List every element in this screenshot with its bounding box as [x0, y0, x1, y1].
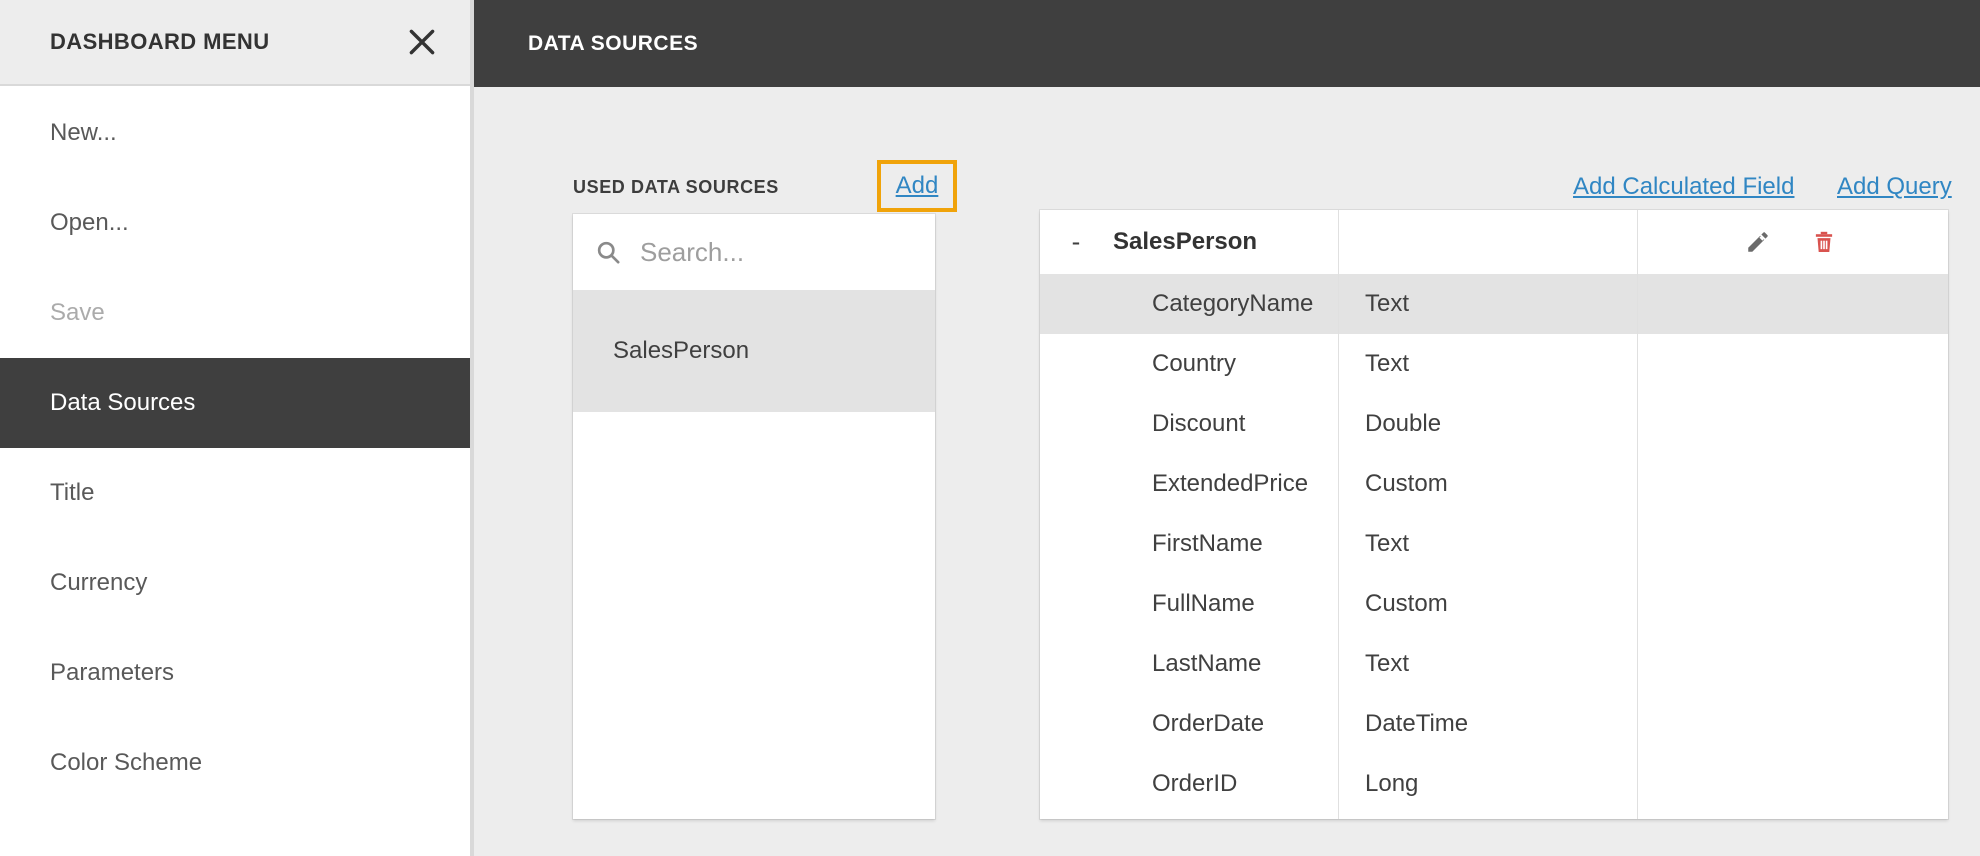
- field-row[interactable]: LastName Text: [1040, 634, 1948, 694]
- field-name: OrderID: [1152, 770, 1237, 798]
- field-row[interactable]: Discount Double: [1040, 394, 1948, 454]
- data-source-list-item-salesperson[interactable]: SalesPerson: [573, 290, 935, 412]
- dashboard-menu-sidebar: DASHBOARD MENU New... Open... Save Data …: [0, 0, 474, 856]
- used-data-sources-panel: SalesPerson: [573, 214, 935, 819]
- sidebar-item-title[interactable]: Title: [0, 448, 470, 538]
- data-source-title: SalesPerson: [1113, 228, 1257, 256]
- field-type: Text: [1365, 530, 1409, 558]
- field-name: LastName: [1152, 650, 1261, 678]
- sidebar-item-label: Data Sources: [50, 389, 195, 417]
- field-row[interactable]: ExtendedPrice Custom: [1040, 454, 1948, 514]
- sidebar-item-label: New...: [50, 119, 117, 147]
- sidebar-item-label: Open...: [50, 209, 129, 237]
- search-box: [573, 214, 935, 290]
- field-type: Custom: [1365, 470, 1448, 498]
- field-name: Country: [1152, 350, 1236, 378]
- sidebar-item-data-sources[interactable]: Data Sources: [0, 358, 470, 448]
- field-type: Custom: [1365, 590, 1448, 618]
- search-icon: [595, 239, 622, 266]
- field-name: ExtendedPrice: [1152, 470, 1308, 498]
- edit-pencil-icon[interactable]: [1743, 227, 1773, 257]
- sidebar-item-label: Currency: [50, 569, 147, 597]
- field-type: DateTime: [1365, 710, 1468, 738]
- field-name: Discount: [1152, 410, 1245, 438]
- add-highlight-box: Add: [877, 160, 957, 212]
- field-name: FirstName: [1152, 530, 1263, 558]
- data-source-name: SalesPerson: [613, 337, 749, 365]
- add-calculated-field-link[interactable]: Add Calculated Field: [1573, 173, 1794, 201]
- field-row[interactable]: FirstName Text: [1040, 514, 1948, 574]
- field-name: CategoryName: [1152, 290, 1313, 318]
- page-title: DATA SOURCES: [528, 32, 698, 56]
- field-type: Long: [1365, 770, 1418, 798]
- sidebar-menu: New... Open... Save Data Sources Title C…: [0, 88, 470, 808]
- sidebar-item-label: Save: [50, 299, 105, 327]
- sidebar-item-label: Title: [50, 479, 94, 507]
- column-divider: [1637, 210, 1638, 819]
- sidebar-item-label: Color Scheme: [50, 749, 202, 777]
- add-query-link[interactable]: Add Query: [1837, 173, 1952, 201]
- field-type: Text: [1365, 350, 1409, 378]
- column-divider: [1338, 210, 1339, 819]
- sidebar-item-color-scheme[interactable]: Color Scheme: [0, 718, 470, 808]
- field-name: OrderDate: [1152, 710, 1264, 738]
- collapse-toggle[interactable]: -: [1066, 227, 1086, 258]
- sidebar-item-open[interactable]: Open...: [0, 178, 470, 268]
- sidebar-item-parameters[interactable]: Parameters: [0, 628, 470, 718]
- sidebar-item-currency[interactable]: Currency: [0, 538, 470, 628]
- sidebar-item-label: Parameters: [50, 659, 174, 687]
- used-data-sources-label: USED DATA SOURCES: [573, 177, 779, 198]
- field-type: Text: [1365, 290, 1409, 318]
- data-source-fields-panel: - SalesPerson CategoryName T: [1040, 210, 1948, 819]
- sidebar-title: DASHBOARD MENU: [50, 29, 270, 55]
- delete-trash-icon[interactable]: [1809, 227, 1839, 257]
- field-row[interactable]: CategoryName Text: [1040, 274, 1948, 334]
- add-data-source-link[interactable]: Add: [896, 172, 939, 200]
- close-icon[interactable]: [404, 24, 440, 60]
- field-row[interactable]: OrderDate DateTime: [1040, 694, 1948, 754]
- field-row[interactable]: Country Text: [1040, 334, 1948, 394]
- field-type: Double: [1365, 410, 1441, 438]
- field-name: FullName: [1152, 590, 1255, 618]
- search-input[interactable]: [638, 236, 892, 269]
- sidebar-item-new[interactable]: New...: [0, 88, 470, 178]
- fields-table-header: - SalesPerson: [1040, 210, 1948, 274]
- page-header-bar: DATA SOURCES: [474, 0, 1980, 87]
- sidebar-item-save: Save: [0, 268, 470, 358]
- field-row[interactable]: OrderID Long: [1040, 754, 1948, 814]
- sidebar-header: DASHBOARD MENU: [0, 0, 470, 86]
- field-row[interactable]: FullName Custom: [1040, 574, 1948, 634]
- field-type: Text: [1365, 650, 1409, 678]
